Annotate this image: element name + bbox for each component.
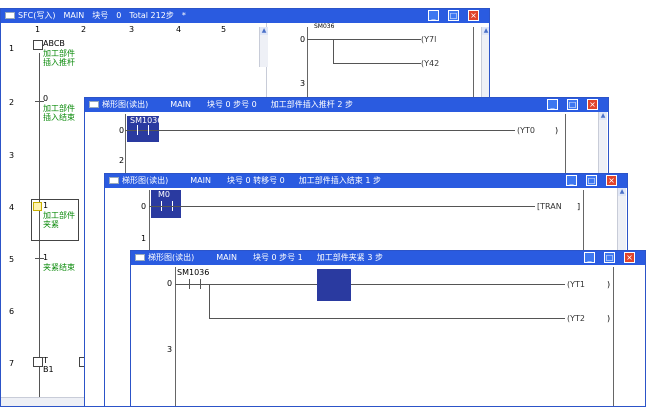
coil-end: ) bbox=[555, 126, 559, 135]
block-step-info: 块号 0 步号 1 bbox=[252, 253, 303, 262]
output-coil[interactable]: (Y7l bbox=[421, 35, 436, 44]
sfc-step[interactable] bbox=[33, 357, 43, 367]
rung-branch-wire bbox=[209, 284, 210, 318]
transition-description: 加工部件插入结束 1 步 bbox=[298, 176, 381, 185]
window-title: SFC(写入) bbox=[18, 11, 56, 20]
col-header: 4 bbox=[176, 25, 182, 34]
rung-number: 0 bbox=[167, 279, 173, 288]
program-name: MAIN bbox=[216, 253, 237, 262]
block-label: 块号 bbox=[92, 11, 109, 20]
row-number: 6 bbox=[9, 307, 15, 316]
col-header: 2 bbox=[81, 25, 87, 34]
contact-label: SM1036 bbox=[130, 116, 163, 125]
row-number: 1 bbox=[9, 44, 15, 53]
selected-cell[interactable] bbox=[317, 269, 351, 301]
window-title: 梯形图(读出) bbox=[102, 100, 149, 109]
step-name: B1 bbox=[43, 365, 54, 374]
step-name: ABCB bbox=[43, 39, 65, 48]
rung-number: 2 bbox=[119, 156, 125, 165]
ladder-titlebar[interactable]: 梯形图(读出) MAIN 块号 0 转移号 0 加工部件插入结束 1 步 _ □ × bbox=[105, 174, 627, 188]
window-icon bbox=[109, 177, 119, 184]
close-button[interactable]: × bbox=[624, 252, 635, 263]
left-power-rail bbox=[175, 267, 176, 406]
program-name: MAIN bbox=[190, 176, 211, 185]
rung-number: 0 bbox=[141, 202, 147, 211]
contact-label: SM1036 bbox=[177, 268, 210, 277]
rung-wire bbox=[125, 130, 515, 131]
rung-number: 3 bbox=[300, 79, 306, 88]
output-coil[interactable]: (YT2 bbox=[567, 314, 585, 323]
close-button[interactable]: × bbox=[606, 175, 617, 186]
window-icon bbox=[5, 12, 15, 19]
left-pane-scrollbar[interactable]: ▲ bbox=[259, 27, 268, 67]
row-number: 3 bbox=[9, 151, 15, 160]
output-coil[interactable]: (YT1 bbox=[567, 280, 585, 289]
close-button[interactable]: × bbox=[468, 10, 479, 21]
coil-end: ) bbox=[607, 314, 611, 323]
block-number: 0 bbox=[116, 11, 122, 20]
transition-number: 0 bbox=[43, 94, 49, 103]
rung-wire bbox=[333, 63, 421, 64]
step-description: 加工部件夹紧 3 步 bbox=[316, 253, 383, 262]
program-name: MAIN bbox=[170, 100, 191, 109]
col-header: 1 bbox=[35, 25, 41, 34]
modified-marker: * bbox=[181, 11, 186, 20]
right-power-rail bbox=[613, 267, 614, 406]
rung-number: 1 bbox=[141, 234, 147, 243]
sfc-initial-step[interactable] bbox=[33, 40, 43, 50]
minimize-button[interactable]: _ bbox=[584, 252, 595, 263]
window-title: 梯形图(读出) bbox=[148, 253, 195, 262]
step-name: T bbox=[43, 356, 48, 365]
step-comment: 夹紧 bbox=[43, 220, 59, 229]
rung-branch-wire bbox=[333, 39, 334, 63]
contact-label: SM036 bbox=[314, 23, 335, 30]
transition-output[interactable]: [TRAN bbox=[537, 202, 562, 211]
maximize-button[interactable]: □ bbox=[448, 10, 459, 21]
row-number: 2 bbox=[9, 98, 15, 107]
transition-comment: 插入结束 bbox=[43, 113, 75, 122]
sfc-step-active[interactable] bbox=[33, 202, 42, 211]
row-number: 4 bbox=[9, 203, 15, 212]
minimize-button[interactable]: _ bbox=[547, 99, 558, 110]
coil-end: ) bbox=[607, 280, 611, 289]
transition-number: 1 bbox=[43, 253, 49, 262]
col-header: 3 bbox=[129, 25, 135, 34]
block-transition-info: 块号 0 转移号 0 bbox=[226, 176, 285, 185]
minimize-button[interactable]: _ bbox=[566, 175, 577, 186]
window-icon bbox=[135, 254, 145, 261]
rung-number: 0 bbox=[119, 126, 125, 135]
rung-number: 0 bbox=[300, 35, 306, 44]
contact-symbol bbox=[137, 125, 149, 135]
close-button[interactable]: × bbox=[587, 99, 598, 110]
rung-number: 3 bbox=[167, 345, 173, 354]
maximize-button[interactable]: □ bbox=[567, 99, 578, 110]
col-header: 5 bbox=[221, 25, 227, 34]
maximize-button[interactable]: □ bbox=[604, 252, 615, 263]
coil-end: ] bbox=[577, 202, 581, 211]
output-coil[interactable]: (YT0 bbox=[517, 126, 535, 135]
rung-wire bbox=[149, 206, 535, 207]
contact-label: M0 bbox=[158, 190, 170, 199]
step-description: 加工部件插入推杆 2 步 bbox=[270, 100, 353, 109]
rung-wire bbox=[307, 39, 421, 40]
total-steps: Total 212步 bbox=[129, 11, 174, 20]
window-icon bbox=[89, 101, 99, 108]
block-step-info: 块号 0 步号 0 bbox=[206, 100, 257, 109]
maximize-button[interactable]: □ bbox=[586, 175, 597, 186]
sfc-write-titlebar[interactable]: SFC(写入) MAIN 块号 0 Total 212步 * _ □ × bbox=[1, 9, 489, 23]
ladder-titlebar[interactable]: 梯形图(读出) MAIN 块号 0 步号 0 加工部件插入推杆 2 步 _ □ × bbox=[85, 98, 608, 112]
transition-comment: 夹紧结束 bbox=[43, 263, 75, 272]
ladder-read-window-3[interactable]: 梯形图(读出) MAIN 块号 0 步号 1 加工部件夹紧 3 步 _ □ × 0 SM1… bbox=[130, 250, 646, 407]
ladder-titlebar[interactable]: 梯形图(读出) MAIN 块号 0 步号 1 加工部件夹紧 3 步 _ □ × bbox=[131, 251, 645, 265]
step-number: 1 bbox=[43, 201, 49, 210]
row-number: 5 bbox=[9, 255, 15, 264]
rung-wire bbox=[209, 318, 565, 319]
rung-wire bbox=[175, 284, 565, 285]
minimize-button[interactable]: _ bbox=[428, 10, 439, 21]
window-title: 梯形图(读出) bbox=[122, 176, 169, 185]
program-name: MAIN bbox=[63, 11, 85, 20]
output-coil[interactable]: (Y42 bbox=[421, 59, 439, 68]
step-comment: 插入推杆 bbox=[43, 58, 75, 67]
row-number: 7 bbox=[9, 359, 15, 368]
